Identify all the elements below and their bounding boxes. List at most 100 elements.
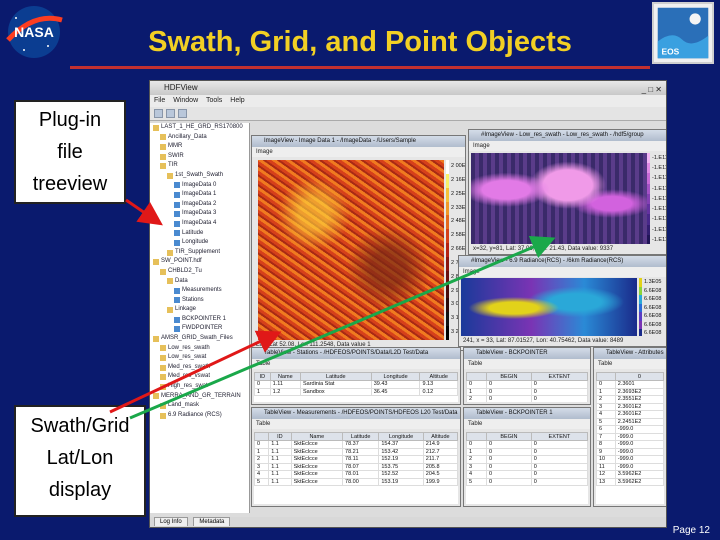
table-cell[interactable]: 5 [466,477,487,486]
tree-item[interactable]: Measurements [150,286,249,296]
table-cell[interactable]: 78.21 [342,447,380,456]
column-header[interactable]: Longitude [378,432,424,441]
table-cell[interactable]: -999.0 [614,440,664,449]
table-cell[interactable]: 0 [485,462,532,471]
column-header[interactable]: Altitude [422,432,458,441]
table-cell[interactable]: 9.13 [419,380,458,389]
tree-item[interactable]: Longitude [150,238,249,248]
column-header[interactable]: Latitude [299,372,372,381]
column-header[interactable]: ID [254,372,271,381]
table-row[interactable]: 000 [466,440,588,449]
tree-item[interactable]: MMR [150,142,249,152]
tree-item[interactable]: ImageData 1 [150,190,249,200]
swath-image[interactable] [258,160,444,340]
tree-item[interactable]: ImageData 2 [150,200,249,210]
table-cell[interactable]: 5 [596,417,616,426]
table-cell[interactable]: -999.0 [614,432,664,441]
swath-image-window[interactable]: ImageView - Image Data 1 - /ImageData - … [251,135,466,351]
table-cell[interactable]: 0 [530,380,588,389]
table-cell[interactable]: 0 [530,462,588,471]
table-cell[interactable]: -999.0 [614,425,664,434]
table-cell[interactable]: SktEclcce [290,455,344,464]
table-cell[interactable]: 153.75 [378,462,424,471]
table-cell[interactable]: 2.3601 [614,380,664,389]
table-row[interactable]: 100 [466,447,588,456]
tree-item[interactable]: Ancillary_Data [150,133,249,143]
table-cell[interactable]: 0 [485,380,532,389]
table-cell[interactable]: 2.3551E2 [614,395,664,404]
links-table-window[interactable]: TableView - BCKPOINTER 1 Table BEGIN EXTE… [463,407,591,507]
table-cell[interactable]: 0 [530,455,588,464]
tree-item[interactable]: Low_res_swat [150,353,249,363]
table-cell[interactable]: 0 [485,477,532,486]
table-row[interactable]: 5 2.2451E2 [596,417,664,426]
table-cell[interactable]: 0 [530,387,588,396]
table-cell[interactable]: 2 [254,455,270,464]
table-cell[interactable]: -999.0 [614,455,664,464]
table-cell[interactable]: 0 [530,477,588,486]
tree-item[interactable]: Stations [150,296,249,306]
links-window-menu[interactable]: Table [464,419,590,429]
tree-item[interactable]: TIR_Supplement [150,248,249,258]
table-row[interactable]: 200 [466,395,588,402]
tab-log-info[interactable]: Log Info [154,517,188,526]
table-cell[interactable]: SktEclcce [290,440,344,449]
menu-window[interactable]: Window [173,97,198,104]
file-treeview[interactable]: LAST_1_HE_GRD_RS170800 Ancillary_Data MMR S… [150,123,250,513]
table-cell[interactable]: 2 [596,395,616,404]
table-cell[interactable]: 78.37 [342,440,380,449]
table-cell[interactable]: 1.1 [268,470,292,479]
table-cell[interactable]: 0.12 [419,387,458,396]
open-file-button[interactable] [154,109,163,118]
column-header[interactable] [466,432,487,441]
table-cell[interactable]: 0 [466,380,487,389]
table-cell[interactable]: 4 [254,470,270,479]
table-row[interactable]: 300 [466,462,588,471]
column-header[interactable]: Name [269,372,301,381]
tree-item[interactable]: Latitude [150,229,249,239]
table-row[interactable]: 6 -999.0 [596,425,664,434]
table-row[interactable]: 2 1.1 SktEclcce 78.11 152.19 211.7 [254,455,458,464]
table-row[interactable]: 400 [466,470,588,479]
table-cell[interactable]: 1.2 [269,387,301,396]
table-cell[interactable]: 211.7 [422,455,458,464]
table-cell[interactable]: 1 [596,387,616,396]
table-cell[interactable]: -999.0 [614,447,664,456]
table-cell[interactable]: 78.01 [342,470,380,479]
table-row[interactable]: 12 3.5962E2 [596,470,664,479]
table-cell[interactable]: 0 [530,447,588,456]
table-cell[interactable]: 13 [596,477,616,486]
table-cell[interactable]: 153.42 [378,447,424,456]
table-cell[interactable]: 9 [596,447,616,456]
window-controls[interactable]: _ □ ✕ [642,83,662,97]
column-header[interactable]: Latitude [342,432,380,441]
table-cell[interactable]: 3 [466,462,487,471]
table-cell[interactable]: 1 [466,447,487,456]
table-cell[interactable]: 0 [485,387,532,396]
table-row[interactable]: 0 2.3601 [596,380,664,389]
table-cell[interactable]: 154.37 [378,440,424,449]
table-row[interactable]: 1 1.1 SktEclcce 78.21 153.42 212.7 [254,447,458,456]
table-cell[interactable]: 3 [254,462,270,471]
table-cell[interactable]: 1 [254,447,270,456]
tree-item[interactable]: 6.9 Radiance (RCS) [150,411,249,421]
table-cell[interactable]: 0 [466,440,487,449]
column-header[interactable]: Altitude [419,372,458,381]
table-cell[interactable]: -999.0 [614,462,664,471]
table-cell[interactable]: 0 [530,395,588,402]
table-cell[interactable]: 78.07 [342,462,380,471]
tree-item[interactable]: AMSR_GRID_Swath_Files [150,334,249,344]
world-image-window[interactable]: #ImageView - Low_res_swath - Low_res_swa… [468,129,666,255]
tree-item[interactable]: High_res_swat [150,382,249,392]
tree-item[interactable]: BCKPOINTER 1 [150,315,249,325]
tree-item[interactable]: ImageData 4 [150,219,249,229]
grid-radiance-image[interactable] [461,278,637,338]
table-row[interactable]: 0 1.1 SktEclcce 78.37 154.37 214.9 [254,440,458,449]
tree-item[interactable]: 1st_Swath_Swath [150,171,249,181]
table-row[interactable]: 200 [466,455,588,464]
world-map-image[interactable] [471,153,647,245]
table-cell[interactable]: 152.19 [378,455,424,464]
table-cell[interactable]: 10 [596,455,616,464]
stations-window-menu[interactable]: Table [252,359,460,369]
open-url-button[interactable] [178,109,187,118]
